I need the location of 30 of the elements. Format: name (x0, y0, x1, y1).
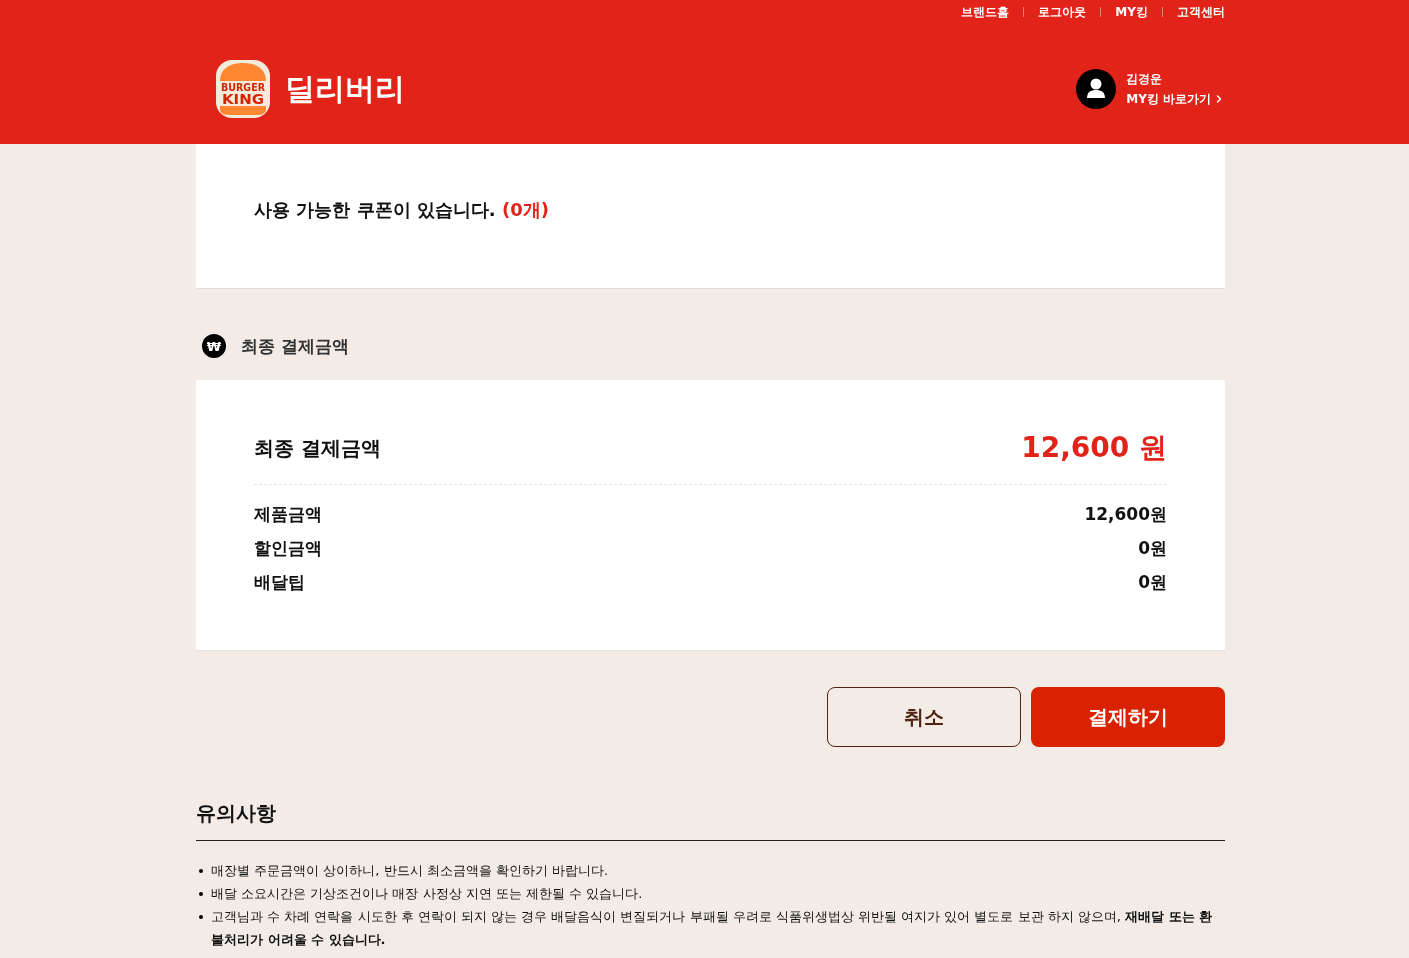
top-nav-link[interactable]: 브랜드홈 (961, 4, 1010, 20)
price-value: 0원 (1138, 537, 1167, 560)
price-label: 할인금액 (254, 537, 322, 560)
notice-text: 매장별 주문금액이 상이하니, 반드시 최소금액을 확인하기 바랍니다. (211, 862, 609, 880)
my-page-link[interactable]: MY킹 바로가기 (1126, 91, 1225, 107)
total-label: 최종 결제금액 (254, 435, 381, 462)
top-nav-link[interactable]: 고객센터 (1177, 4, 1225, 20)
page-title: 딜리버리 (285, 71, 405, 107)
top-nav-link[interactable]: MY킹 (1115, 4, 1148, 20)
won-sign: ₩ (202, 334, 226, 358)
bullet-icon (199, 915, 203, 919)
bullet-icon (199, 869, 203, 873)
notice-text: 고객님과 수 차례 연락을 시도한 후 연락이 되지 않는 경우 배달음식이 변질되거나 부패될 우려로 식품위생법상 위반될 여지가 있어 별도로 보관 하지 않으며, 재배달 또는 환불처리가 어려울 수 있습니다. (211, 908, 1214, 949)
notice-heading: 유의사항 (196, 800, 277, 827)
price-label: 배달팁 (254, 571, 305, 594)
price-value: 12,600원 (1084, 503, 1167, 526)
brand-logo: BURGER KING (215, 59, 271, 119)
section-heading: 최종 결제금액 (241, 335, 349, 358)
top-nav-link[interactable]: 로그아웃 (1038, 4, 1087, 20)
user-avatar-icon (1076, 69, 1117, 109)
cancel-button[interactable]: 취소 (827, 687, 1021, 747)
price-label: 제품금액 (254, 503, 322, 526)
price-value: 0원 (1138, 571, 1167, 594)
user-name: 김경운 (1126, 71, 1164, 87)
pay-button[interactable]: 결제하기 (1031, 687, 1225, 747)
total-amount: 12,600 원 (1021, 430, 1167, 466)
notice-text: 배달 소요시간은 기상조건이나 매장 사정상 지연 또는 제한될 수 있습니다. (211, 885, 643, 903)
coupon-count: (0개) (501, 199, 549, 220)
bullet-icon (199, 892, 203, 896)
coupon-message: 사용 가능한 쿠폰이 있습니다. (254, 199, 496, 220)
